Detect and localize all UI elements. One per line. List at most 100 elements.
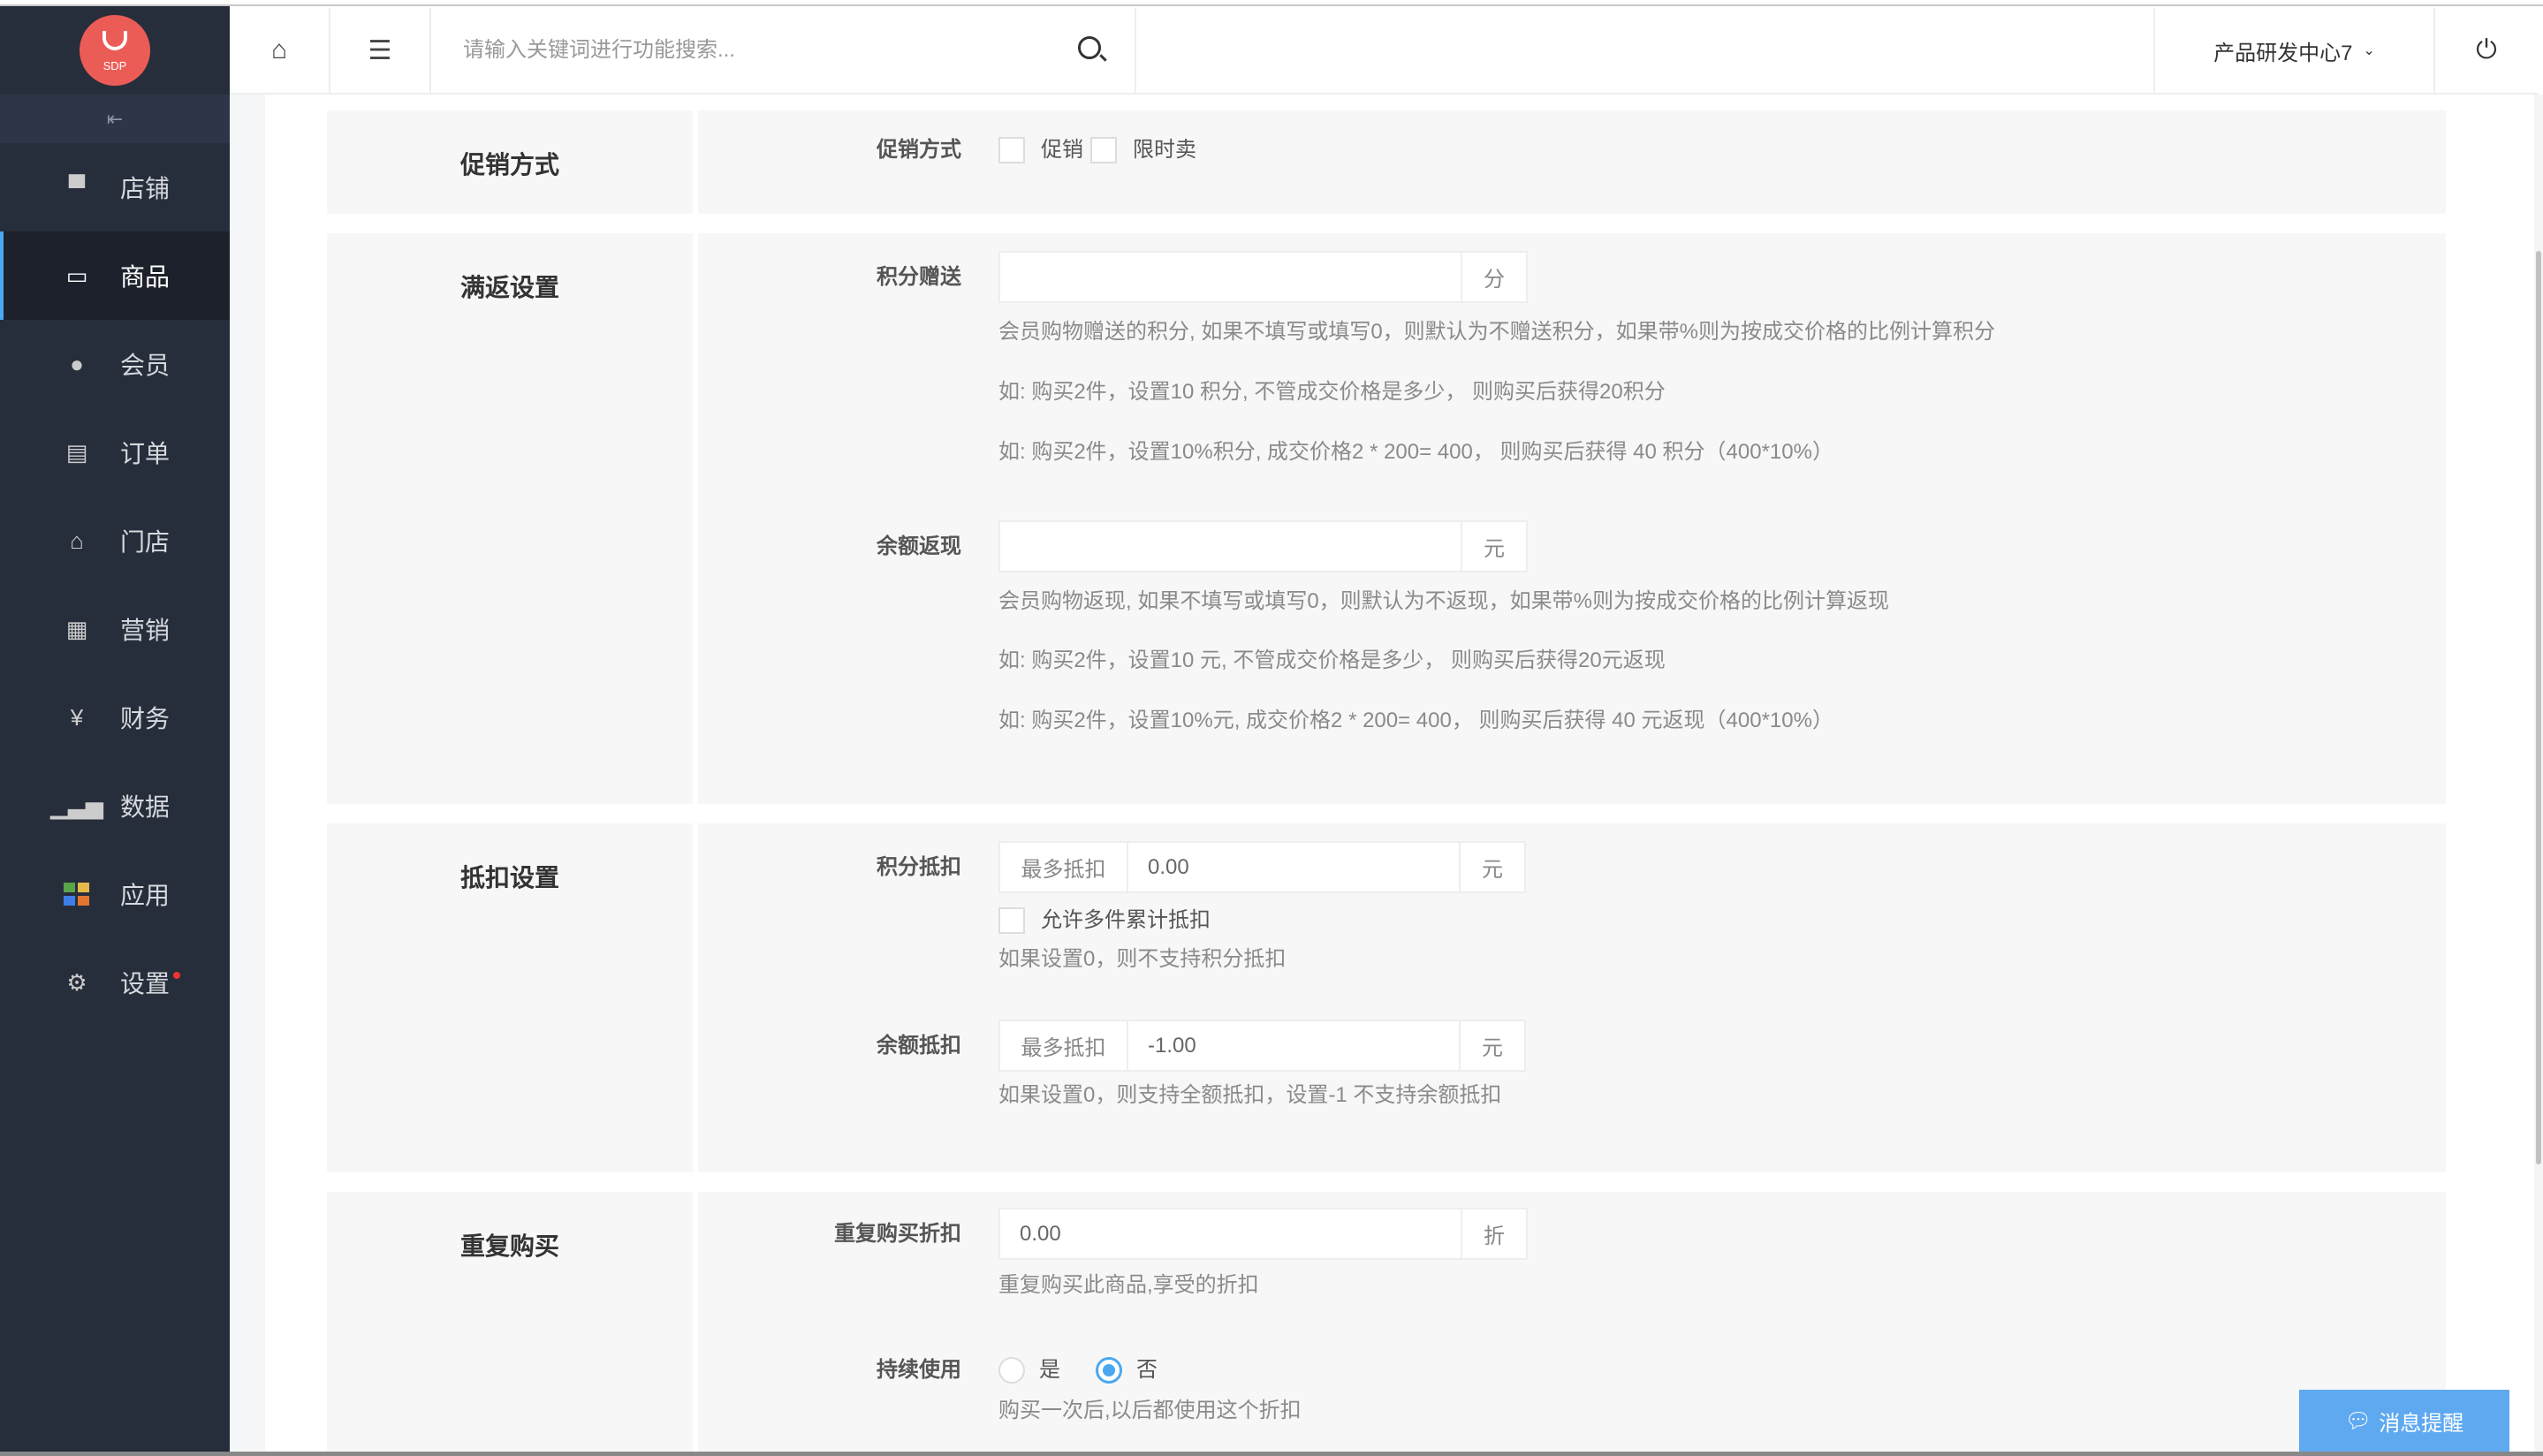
store-dropdown[interactable]: 产品研发中心7 ⌄: [2153, 8, 2435, 93]
chart-icon: ▁▃▅: [50, 792, 103, 819]
input-suffix: 元: [1461, 522, 1526, 571]
sidebar-item-members[interactable]: ● 会员: [0, 320, 230, 408]
section-title: 抵扣设置: [459, 864, 559, 891]
sidebar-item-marketing[interactable]: ▦ 营销: [0, 585, 230, 673]
sidebar-item-finance[interactable]: ¥ 财务: [0, 673, 230, 762]
content-margin: [230, 95, 265, 1456]
home-button[interactable]: ⌂: [230, 8, 330, 93]
message-reminder-button[interactable]: 💬︎ 消息提醒: [2299, 1390, 2509, 1452]
gift-icon: ▦: [65, 615, 88, 642]
field-label: 持续使用: [877, 1358, 961, 1382]
menu-icon: ☰: [368, 35, 392, 65]
sidebar-item-label: 设置: [120, 970, 171, 997]
user-icon: ●: [70, 350, 84, 377]
help-text: 如果设置0，则不支持积分抵扣: [998, 947, 1287, 971]
sidebar-item-label: 门店: [120, 528, 171, 556]
section-promotion: 促销方式 促销方式 促销 限时卖: [327, 110, 2446, 214]
sidebar-item-apps[interactable]: 应用: [0, 850, 230, 938]
points-deduct-input[interactable]: [1128, 843, 1459, 891]
repeat-discount-input[interactable]: [1000, 1210, 1461, 1258]
help-text: 重复购买此商品,享受的折扣: [998, 1273, 1259, 1297]
input-suffix: 元: [1459, 843, 1524, 891]
sidebar-item-label: 店铺: [120, 175, 171, 202]
flash-sale-checkbox[interactable]: [1090, 137, 1117, 163]
section-reward: 满返设置 积分赠送 分 会员购物赠送的积分, 如果不填写或填写0，则默认为不赠送…: [327, 233, 2446, 804]
logo[interactable]: SDP: [0, 6, 230, 95]
help-text: 如果设置0，则支持全额抵扣，设置-1 不支持余额抵扣: [998, 1083, 1502, 1107]
notification-dot: [173, 972, 180, 979]
bottom-bar: [0, 1452, 2543, 1456]
sidebar-item-label: 数据: [120, 793, 171, 821]
search-input[interactable]: [463, 38, 1064, 63]
input-suffix: 分: [1461, 253, 1526, 301]
sidebar-item-label: 财务: [120, 705, 171, 732]
sidebar-item-store[interactable]: ▀ 店铺: [0, 143, 230, 231]
repeat-discount-group: 折: [998, 1208, 1528, 1260]
sidebar-item-label: 应用: [120, 882, 171, 909]
collapse-icon: ⇤: [106, 107, 124, 130]
field-label: 余额返现: [877, 535, 961, 558]
field-label: 余额抵扣: [877, 1034, 961, 1058]
sidebar-item-orders[interactable]: ▤ 订单: [0, 408, 230, 497]
help-text: 会员购物赠送的积分, 如果不填写或填写0，则默认为不赠送积分，如果带%则为按成交…: [998, 320, 1996, 344]
balance-deduct-group: 最多抵扣 元: [998, 1020, 1526, 1072]
radio-label: 否: [1136, 1358, 1158, 1382]
field-label: 积分赠送: [877, 265, 961, 289]
sidebar-item-label: 商品: [120, 263, 171, 291]
input-suffix: 元: [1459, 1021, 1524, 1070]
apps-icon: [62, 881, 92, 907]
points-gift-input[interactable]: [1000, 253, 1461, 301]
scrollbar[interactable]: [2534, 95, 2543, 1452]
message-label: 消息提醒: [2379, 1411, 2464, 1436]
scrollbar-thumb[interactable]: [2536, 251, 2541, 1164]
document-icon: ▤: [65, 438, 88, 466]
store-icon: ▀: [68, 173, 86, 201]
points-deduct-group: 最多抵扣 元: [998, 841, 1526, 893]
help-text: 会员购物返现, 如果不填写或填写0，则默认为不返现，如果带%则为按成交价格的比例…: [998, 589, 1890, 613]
home-icon: ⌂: [270, 35, 288, 64]
section-title: 促销方式: [459, 151, 559, 178]
radio-label: 是: [1039, 1358, 1060, 1382]
store-name: 产品研发中心7: [2213, 41, 2353, 65]
input-prefix: 最多抵扣: [1000, 843, 1128, 891]
logo-icon: SDP: [80, 15, 150, 86]
gear-icon: ⚙: [66, 968, 87, 996]
checkbox-label: 允许多件累计抵扣: [1041, 908, 1211, 932]
help-text: 如: 购买2件，设置10%元, 成交价格2 * 200= 400， 则购买后获得…: [998, 709, 1833, 732]
radio-yes[interactable]: [998, 1357, 1025, 1384]
help-text: 购买一次后,以后都使用这个折扣: [998, 1399, 1302, 1422]
field-label: 促销方式: [877, 138, 961, 162]
checkbox-label: 限时卖: [1133, 138, 1196, 162]
cashback-input[interactable]: [1000, 522, 1461, 571]
sidebar-item-settings[interactable]: ⚙ 设置: [0, 938, 230, 1027]
promo-checkbox[interactable]: [998, 137, 1025, 163]
money-bag-icon: ¥: [70, 703, 84, 731]
sidebar-item-label: 营销: [120, 617, 171, 644]
window-top-border: [0, 0, 2543, 6]
bag-icon: ▭: [65, 262, 88, 289]
allow-multiple-checkbox[interactable]: [998, 907, 1025, 934]
help-text: 如: 购买2件，设置10 积分, 不管成交价格是多少， 则购买后获得20积分: [998, 380, 1666, 404]
logout-button[interactable]: ⏻: [2435, 8, 2538, 93]
search-bar: [431, 8, 1136, 93]
menu-button[interactable]: ☰: [330, 8, 431, 93]
sidebar-item-data[interactable]: ▁▃▅ 数据: [0, 762, 230, 850]
power-icon: ⏻: [2476, 35, 2497, 64]
balance-deduct-input[interactable]: [1128, 1021, 1459, 1070]
sidebar-item-stores[interactable]: ⌂ 门店: [0, 497, 230, 585]
help-text: 如: 购买2件，设置10 元, 不管成交价格是多少， 则购买后获得20元返现: [998, 648, 1666, 672]
section-deduction: 抵扣设置 积分抵扣 最多抵扣 元 允许多件累计抵扣 如果设置0，则不支持积分抵扣…: [327, 823, 2446, 1172]
checkbox-label: 促销: [1041, 138, 1083, 162]
input-prefix: 最多抵扣: [1000, 1021, 1128, 1070]
field-label: 重复购买折扣: [834, 1222, 961, 1246]
radio-no[interactable]: [1096, 1357, 1122, 1384]
sidebar-item-goods[interactable]: ▭ 商品: [0, 231, 230, 320]
collapse-sidebar-button[interactable]: ⇤: [0, 95, 230, 143]
shop-settings-icon: ⌂: [70, 527, 84, 554]
search-icon[interactable]: [1078, 36, 1101, 59]
chevron-down-icon: ⌄: [2363, 43, 2375, 58]
cashback-group: 元: [998, 520, 1528, 573]
sidebar-item-label: 会员: [120, 352, 171, 379]
sidebar: SDP ⇤ ▀ 店铺 ▭ 商品 ● 会员 ▤ 订单 ⌂ 门店 ▦ 营销 ¥ 财务 ▁▃▅ 数据 …: [0, 6, 230, 1456]
field-label: 积分抵扣: [877, 855, 961, 879]
